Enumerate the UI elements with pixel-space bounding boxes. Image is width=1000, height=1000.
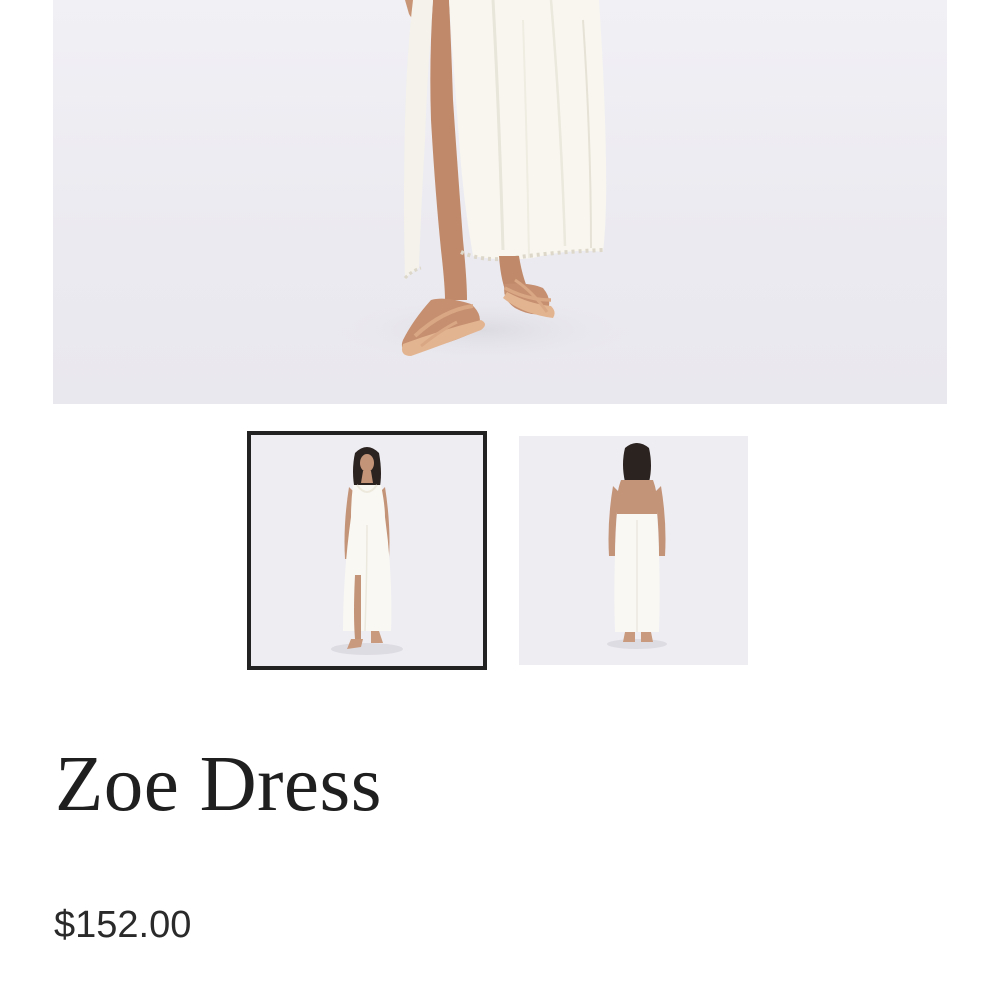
main-image-graphic [333, 0, 633, 365]
thumbnail-back-view[interactable] [519, 436, 748, 665]
thumbnail-back-graphic [519, 436, 748, 665]
thumbnail-front-view[interactable] [247, 431, 487, 670]
product-title: Zoe Dress [55, 741, 382, 828]
product-price: $152.00 [54, 904, 192, 946]
main-product-image[interactable] [53, 0, 947, 404]
thumbnail-front-graphic [251, 435, 483, 666]
